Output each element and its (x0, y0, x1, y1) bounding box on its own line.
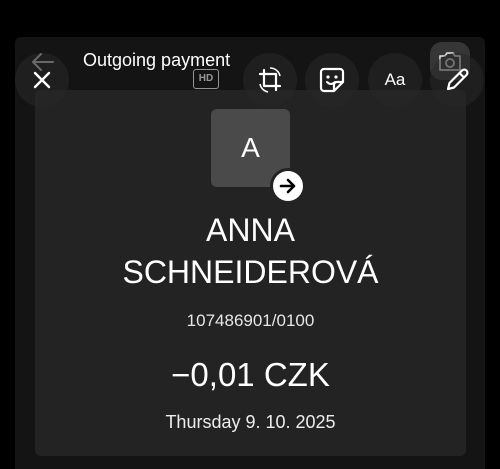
arrow-right-icon (279, 178, 296, 194)
close-button[interactable] (15, 53, 69, 107)
pencil-icon (446, 68, 469, 91)
text-tool-label: Aa (384, 70, 406, 89)
crop-rotate-icon (258, 67, 282, 93)
outgoing-direction-badge (270, 168, 306, 204)
recipient-name-line2: SCHNEIDEROVÁ (122, 254, 379, 290)
text-tool-button[interactable]: Aa (368, 53, 422, 107)
hd-toggle[interactable]: HD (193, 69, 219, 89)
account-number: 107486901/0100 (186, 311, 315, 330)
avatar-initial: A (241, 132, 260, 163)
sticker-button[interactable] (305, 53, 359, 107)
crop-rotate-button[interactable] (243, 53, 297, 107)
payment-date: Thursday 9. 10. 2025 (165, 412, 336, 432)
draw-button[interactable] (430, 53, 484, 107)
page-title: Outgoing payment (83, 50, 231, 70)
recipient-name: ANNA SCHNEIDEROVÁ (35, 209, 466, 293)
payment-amount: −0,01 CZK (171, 356, 330, 393)
sticker-icon (319, 67, 345, 93)
recipient-name-line1: ANNA (206, 212, 295, 248)
close-icon (33, 71, 51, 89)
